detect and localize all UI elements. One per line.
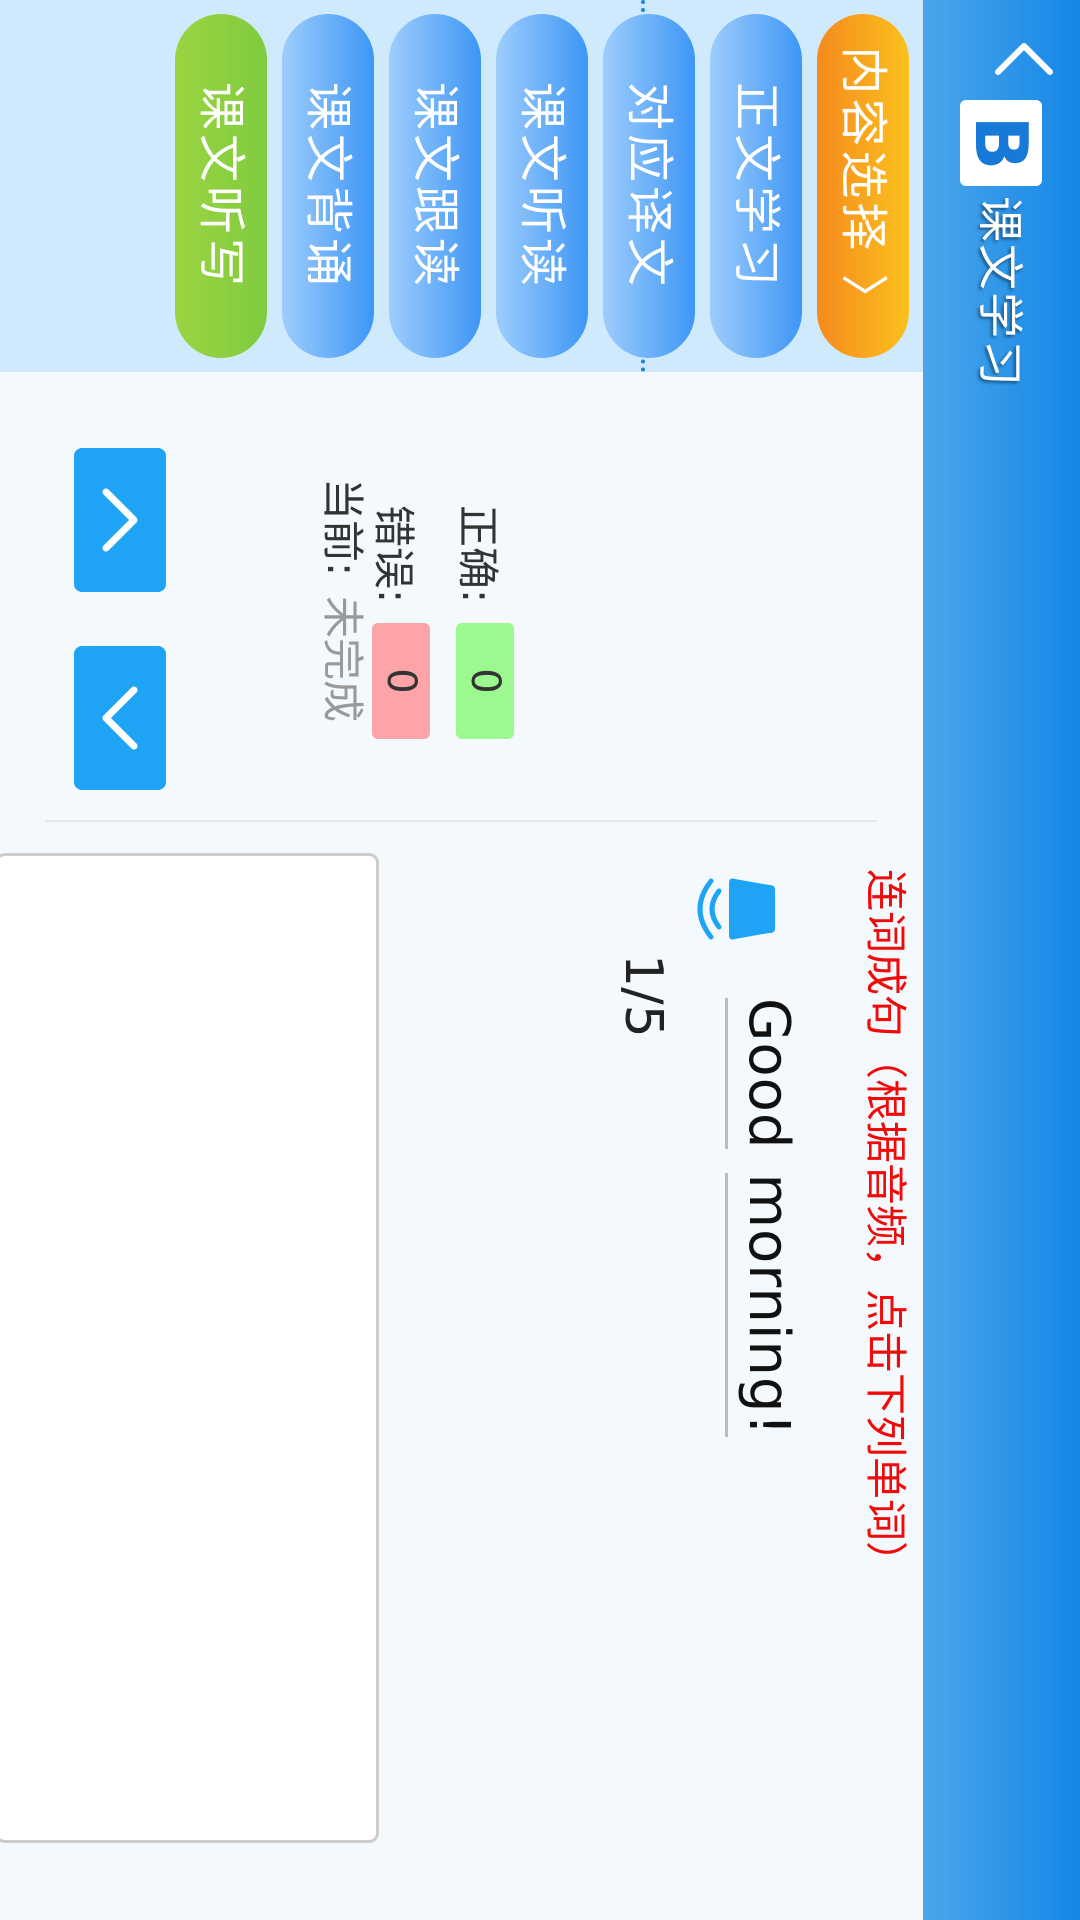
app-logo: B	[959, 100, 1043, 186]
correct-count-badge: 0	[456, 623, 514, 739]
page-title: 课文学习	[973, 196, 1027, 388]
word-option[interactable]: morning!	[725, 1173, 801, 1437]
previous-button[interactable]	[74, 448, 166, 592]
play-audio-button[interactable]	[687, 869, 787, 969]
progress-indicator: 1/5	[613, 954, 673, 1038]
rotated-canvas: B 课文学习 内容选择 〉 正文学习 对应译文 课文听读 课文跟读 课文背诵 课…	[0, 0, 1080, 1920]
word-sentence: Good morning!	[725, 998, 801, 1461]
chevron-up-icon	[102, 488, 138, 552]
word-option[interactable]: Good	[725, 998, 801, 1150]
tab-dictation[interactable]: 课文听写	[175, 14, 267, 358]
next-button[interactable]	[74, 646, 166, 790]
tab-content-select[interactable]: 内容选择 〉	[817, 14, 909, 358]
bell-sound-icon	[697, 878, 775, 940]
correct-label: 正确:	[453, 505, 502, 604]
current-status-value: 未完成	[318, 596, 367, 723]
back-button[interactable]	[984, 20, 1064, 100]
main-panel: 1/5 正确: 0 错误: 0 当前: 未完成 连词成句（根据音频，点击下列单词…	[0, 372, 923, 1920]
tab-listen-read[interactable]: 课文听读	[496, 14, 588, 358]
tab-translation[interactable]: 对应译文	[603, 14, 695, 358]
chevron-left-icon	[995, 43, 1053, 75]
tab-recite[interactable]: 课文背诵	[282, 14, 374, 358]
wrong-count-badge: 0	[372, 623, 430, 739]
chevron-down-icon	[102, 686, 138, 750]
answer-box[interactable]	[0, 853, 379, 1843]
tab-strip: 内容选择 〉 正文学习 对应译文 课文听读 课文跟读 课文背诵 课文听写	[0, 0, 923, 372]
tab-follow-read[interactable]: 课文跟读	[389, 14, 481, 358]
tab-main-text[interactable]: 正文学习	[710, 14, 802, 358]
app-screen: B 课文学习 内容选择 〉 正文学习 对应译文 课文听读 课文跟读 课文背诵 课…	[0, 0, 1080, 1920]
header-bar: B 课文学习	[923, 0, 1080, 1920]
exercise-instruction: 连词成句（根据音频，点击下列单词）	[861, 869, 910, 1584]
section-divider	[45, 820, 877, 822]
current-status-label: 当前:	[318, 478, 367, 577]
